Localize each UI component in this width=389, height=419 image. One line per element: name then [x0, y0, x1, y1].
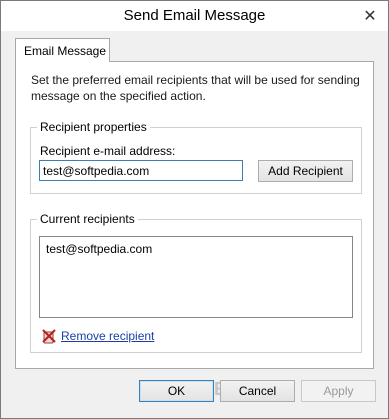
- email-field-label: Recipient e-mail address:: [40, 144, 176, 158]
- recipients-list[interactable]: test@softpedia.com: [39, 236, 353, 318]
- tab-label: Email Message: [24, 44, 107, 58]
- close-button[interactable]: ✕: [360, 7, 380, 25]
- group-label: Current recipients: [37, 212, 138, 226]
- cancel-button[interactable]: Cancel: [220, 380, 295, 402]
- close-icon: ✕: [363, 8, 377, 25]
- list-item[interactable]: test@softpedia.com: [46, 242, 152, 256]
- tab-panel: Set the preferred email recipients that …: [15, 61, 374, 369]
- recipient-properties-group: Recipient properties Recipient e-mail ad…: [30, 120, 362, 194]
- email-field[interactable]: [39, 160, 243, 181]
- title-bar[interactable]: Send Email Message ✕: [1, 1, 388, 31]
- add-recipient-button[interactable]: Add Recipient: [258, 160, 353, 182]
- remove-recipient-link[interactable]: Remove recipient: [61, 329, 154, 343]
- apply-button[interactable]: Apply: [301, 380, 376, 402]
- window-title: Send Email Message: [123, 7, 266, 24]
- send-email-dialog: Send Email Message ✕ Email Message Set t…: [0, 0, 389, 419]
- description-text: Set the preferred email recipients that …: [31, 73, 360, 103]
- remove-recipient-icon: [42, 329, 56, 344]
- ok-button[interactable]: OK: [139, 380, 214, 402]
- tab-email-message[interactable]: Email Message: [15, 38, 110, 62]
- current-recipients-group: Current recipients test@softpedia.com Re…: [30, 212, 362, 353]
- group-label: Recipient properties: [37, 120, 150, 134]
